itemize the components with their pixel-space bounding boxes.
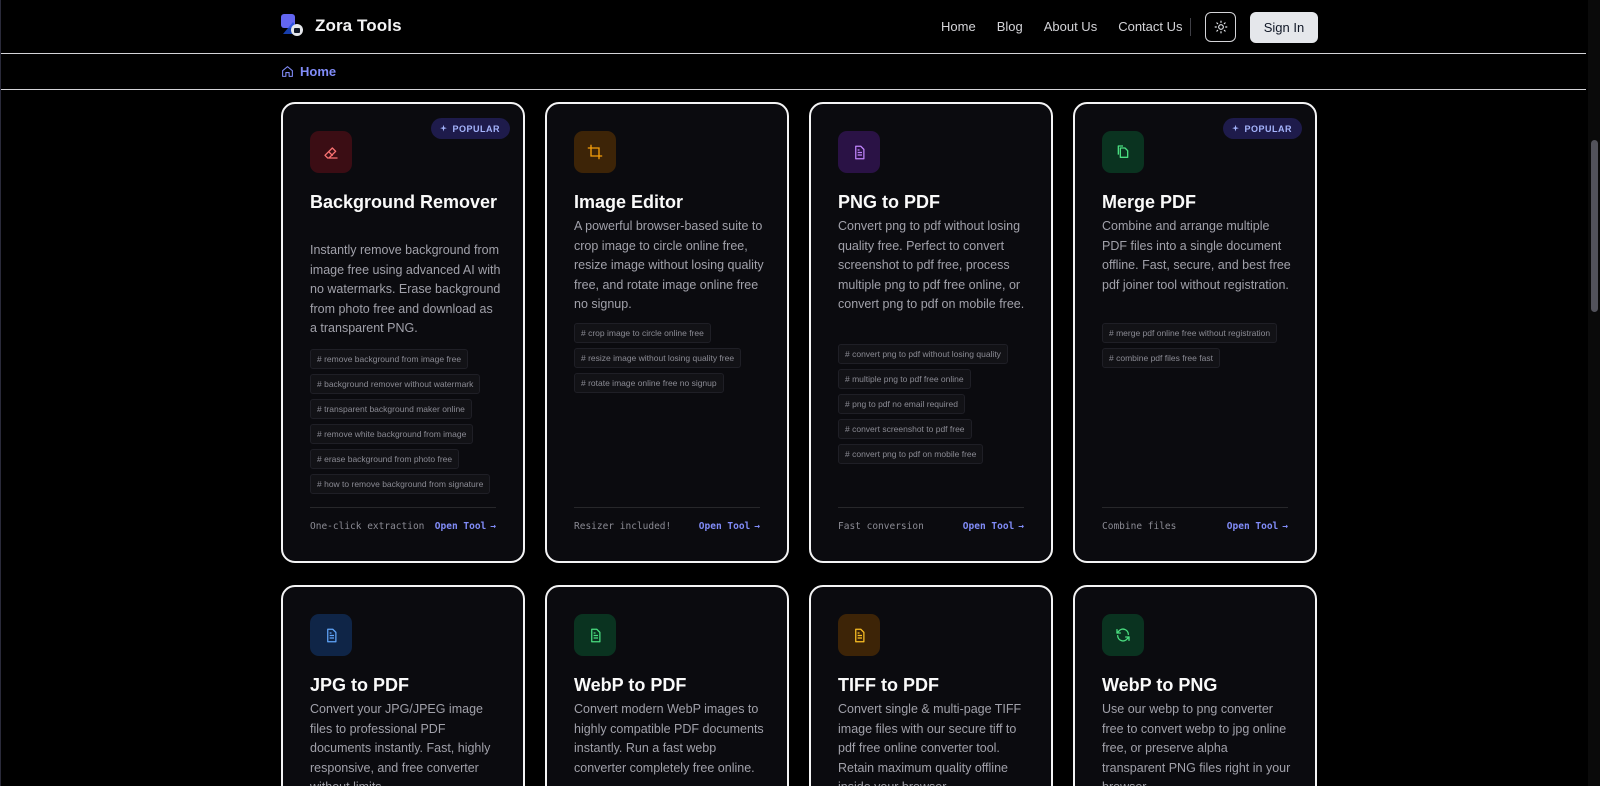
nav-contact-us[interactable]: Contact Us — [1118, 19, 1182, 34]
card-footer-note: Resizer included! — [574, 521, 672, 532]
keyword-tag: # crop image to circle online free — [574, 323, 711, 343]
open-tool-link[interactable]: Open Tool → — [963, 521, 1024, 532]
card-footer-note: Combine files — [1102, 521, 1177, 532]
breadcrumb-bar: Home — [1, 56, 1586, 90]
eraser-icon — [310, 131, 352, 173]
brand-logo-icon — [279, 12, 307, 40]
tool-card-webp-to-png[interactable]: WebP to PNG Use our webp to png converte… — [1073, 585, 1317, 786]
home-icon — [282, 66, 293, 77]
breadcrumb-home: Home — [300, 64, 337, 79]
keyword-tag: # how to remove background from signatur… — [310, 474, 491, 494]
keyword-tag: # png to pdf no email required — [838, 394, 965, 414]
open-tool-link[interactable]: Open Tool → — [699, 521, 760, 532]
card-title: TIFF to PDF — [838, 675, 939, 695]
document-icon — [310, 614, 352, 656]
tool-card-tiff-to-pdf[interactable]: TIFF to PDF Convert single & multi-page … — [809, 585, 1053, 786]
brand[interactable]: Zora Tools — [279, 12, 402, 40]
card-title: PNG to PDF — [838, 192, 940, 212]
arrow-right-icon: → — [1282, 521, 1288, 532]
arrow-right-icon: → — [1018, 521, 1024, 532]
keyword-tag: # multiple png to pdf free online — [838, 369, 971, 389]
keyword-tag: # resize image without losing quality fr… — [574, 348, 742, 368]
sign-in-button[interactable]: Sign In — [1250, 12, 1318, 43]
crop-icon — [574, 131, 616, 173]
arrow-right-icon: → — [490, 521, 496, 532]
sparkle-icon — [1232, 124, 1240, 132]
breadcrumb[interactable]: Home — [281, 64, 336, 79]
card-footer-note: Fast conversion — [838, 521, 924, 532]
card-title: Image Editor — [574, 192, 684, 212]
keyword-tags: # convert png to pdf without losing qual… — [838, 344, 1038, 464]
sun-icon — [1214, 20, 1227, 34]
theme-toggle-button[interactable] — [1205, 12, 1236, 42]
scrollbar-thumb[interactable] — [1591, 140, 1598, 312]
tool-card-png-to-pdf[interactable]: PNG to PDF Convert png to pdf without lo… — [809, 102, 1053, 563]
card-footer: Fast conversion Open Tool → — [838, 507, 1024, 545]
keyword-tag: # convert png to pdf on mobile free — [838, 444, 984, 464]
document-icon — [574, 614, 616, 656]
card-title: WebP to PNG — [1102, 675, 1218, 695]
open-tool-link[interactable]: Open Tool → — [435, 521, 496, 532]
tool-card-image-editor[interactable]: Image Editor A powerful browser-based su… — [545, 102, 789, 563]
card-description: Instantly remove background from image f… — [310, 243, 501, 336]
card-description: Use our webp to png converter free to co… — [1102, 702, 1291, 786]
nav-divider — [1190, 18, 1191, 36]
keyword-tag: # rotate image online free no signup — [574, 373, 724, 393]
document-icon — [838, 131, 880, 173]
keyword-tag: # merge pdf online free without registra… — [1102, 323, 1278, 343]
site-header: Zora Tools Home Blog About Us Contact Us… — [1, 0, 1586, 54]
open-tool-link[interactable]: Open Tool → — [1227, 521, 1288, 532]
keyword-tags: # merge pdf online free without registra… — [1102, 323, 1302, 368]
keyword-tag: # remove white background from image — [310, 424, 474, 444]
main-nav: Home Blog About Us Contact Us — [941, 19, 1183, 34]
keyword-tag: # convert screenshot to pdf free — [838, 419, 972, 439]
card-description: Convert modern WebP images to highly com… — [574, 702, 764, 775]
document-icon — [838, 614, 880, 656]
scrollbar[interactable] — [1588, 0, 1600, 786]
card-description: Combine and arrange multiple PDF files i… — [1102, 219, 1291, 292]
card-footer: Combine files Open Tool → — [1102, 507, 1288, 545]
refresh-icon — [1102, 614, 1144, 656]
keyword-tag: # transparent background maker online — [310, 399, 472, 419]
keyword-tag: # erase background from photo free — [310, 449, 460, 469]
tool-card-merge-pdf[interactable]: POPULAR Merge PDF Combine and arrange mu… — [1073, 102, 1317, 563]
arrow-right-icon: → — [754, 521, 760, 532]
keyword-tag: # combine pdf files free fast — [1102, 348, 1220, 368]
keyword-tags: # remove background from image free # ba… — [310, 349, 510, 494]
card-description: Convert png to pdf without losing qualit… — [838, 219, 1025, 312]
card-title: WebP to PDF — [574, 675, 687, 695]
brand-name: Zora Tools — [315, 16, 402, 35]
tool-card-jpg-to-pdf[interactable]: JPG to PDF Convert your JPG/JPEG image f… — [281, 585, 525, 786]
tool-card-webp-to-pdf[interactable]: WebP to PDF Convert modern WebP images t… — [545, 585, 789, 786]
sparkle-icon — [440, 124, 448, 132]
nav-about-us[interactable]: About Us — [1044, 19, 1097, 34]
keyword-tags: # crop image to circle online free # res… — [574, 323, 774, 393]
keyword-tag: # convert png to pdf without losing qual… — [838, 344, 1008, 364]
popular-badge: POPULAR — [431, 118, 510, 139]
nav-blog[interactable]: Blog — [997, 19, 1023, 34]
nav-home[interactable]: Home — [941, 19, 976, 34]
copy-files-icon — [1102, 131, 1144, 173]
card-title: Background Remover — [310, 192, 498, 212]
page: Zora Tools Home Blog About Us Contact Us… — [0, 0, 1600, 786]
card-footer: One-click extraction Open Tool → — [310, 507, 496, 545]
keyword-tag: # remove background from image free — [310, 349, 469, 369]
card-title: Merge PDF — [1102, 192, 1197, 212]
popular-badge: POPULAR — [1223, 118, 1302, 139]
card-description: Convert your JPG/JPEG image files to pro… — [310, 702, 491, 786]
card-description: A powerful browser-based suite to crop i… — [574, 219, 764, 312]
card-title: JPG to PDF — [310, 675, 410, 695]
card-footer-note: One-click extraction — [310, 521, 425, 532]
card-footer: Resizer included! Open Tool → — [574, 507, 760, 545]
tool-card-background-remover[interactable]: POPULAR Background Remover Instantly rem… — [281, 102, 525, 563]
keyword-tag: # background remover without watermark — [310, 374, 481, 394]
card-description: Convert single & multi-page TIFF image f… — [838, 702, 1022, 786]
